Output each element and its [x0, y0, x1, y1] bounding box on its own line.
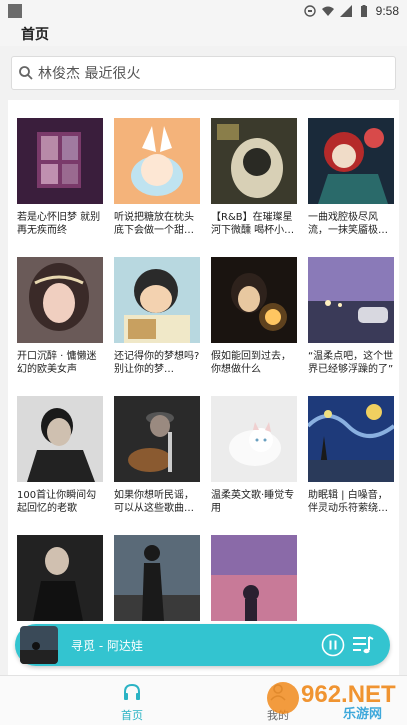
playlist-card[interactable]: 若是心怀旧梦 就别再无疾而终 [17, 118, 103, 237]
playlist-cover [211, 535, 297, 621]
search-input[interactable]: 林俊杰 最近很火 [11, 56, 396, 90]
search-icon [19, 66, 33, 80]
watermark-logo: 962.NET 乐游网 [267, 681, 396, 722]
playlist-card[interactable]: 开口沉醉 · 慵懒迷幻的欧美女声 [17, 257, 103, 376]
status-bar: 9:58 [0, 0, 407, 22]
playlist-card[interactable]: 【R&B】在璀璨星河下微醺 喝杯小… [211, 118, 297, 237]
svg-text:乐游网: 乐游网 [343, 706, 382, 722]
playlist-cover [17, 118, 103, 204]
pause-icon[interactable] [321, 633, 345, 657]
playlist-cover [17, 257, 103, 343]
playlist-title: 假如能回到过去，你想做什么 [211, 351, 291, 375]
playlist-card[interactable]: 100首让你瞬间勾起回忆的老歌 [17, 396, 103, 515]
status-time: 9:58 [375, 4, 399, 18]
playlist-card[interactable]: 助眠辑 | 白噪音，伴灵动乐符萦绕… [308, 396, 394, 515]
playlist-cover [114, 535, 200, 621]
now-playing-title: 寻觅 - 阿达娃 [71, 639, 143, 653]
playlist-cover [308, 118, 394, 204]
playlist-cover [211, 257, 297, 343]
playlist-title: 还记得你的梦想吗? 别让你的梦… [114, 351, 200, 375]
signal-icon [339, 5, 352, 17]
playlist-title: 如果你想听民谣，可以从这些歌曲… [114, 490, 194, 514]
svg-text:962.NET: 962.NET [301, 681, 396, 708]
playlist-queue-icon[interactable] [351, 633, 375, 657]
playlist-title: “温柔点吧，这个世界已经够浮躁的了” [308, 351, 394, 375]
playlist-title: 100首让你瞬间勾起回忆的老歌 [17, 490, 97, 514]
playlist-card[interactable]: 听说把糖放在枕头底下会做一个甜… [114, 118, 200, 237]
playlist-cover [17, 535, 103, 621]
playlist-cover [308, 396, 394, 482]
playlist-cover [114, 257, 200, 343]
playlist-card[interactable]: 还记得你的梦想吗? 别让你的梦… [114, 257, 200, 376]
playlist-card[interactable]: 温柔英文歌·睡觉专用 [211, 396, 297, 515]
playlist-title: 助眠辑 | 白噪音，伴灵动乐符萦绕… [308, 490, 388, 514]
playlist-title: 听说把糖放在枕头底下会做一个甜… [114, 212, 194, 236]
playlist-title: 【R&B】在璀璨星河下微醺 喝杯小… [211, 212, 295, 236]
playlist-card[interactable]: 一曲戏腔极尽风流，一抹笑靥极… [308, 118, 394, 237]
playlist-title: 一曲戏腔极尽风流，一抹笑靥极… [308, 212, 388, 236]
mini-player[interactable]: 寻觅 - 阿达娃 [15, 624, 390, 666]
tab-label: 首页 [121, 709, 143, 722]
playlist-cover [114, 396, 200, 482]
playlist-cover [17, 396, 103, 482]
now-playing-cover [20, 626, 58, 664]
headphones-icon [124, 683, 140, 700]
playlist-cover [211, 396, 297, 482]
playlist-card[interactable]: 如果你想听民谣，可以从这些歌曲… [114, 396, 200, 515]
playlist-title: 温柔英文歌·睡觉专用 [211, 490, 295, 514]
playlist-card[interactable]: “温柔点吧，这个世界已经够浮躁的了” [308, 257, 394, 376]
playlist-title: 若是心怀旧梦 就别再无疾而终 [17, 212, 101, 236]
notification-icon [8, 4, 22, 18]
battery-icon [360, 5, 367, 17]
playlist-card[interactable]: 假如能回到过去，你想做什么 [211, 257, 297, 376]
app-header: 首页 [0, 22, 407, 46]
vibrate-icon [303, 5, 316, 17]
page-title: 首页 [21, 27, 49, 43]
tab-home[interactable]: 首页 [102, 682, 162, 723]
wifi-icon [321, 6, 334, 16]
playlist-title: 开口沉醉 · 慵懒迷幻的欧美女声 [17, 351, 97, 375]
playlist-cover [211, 118, 297, 204]
playlist-cover [308, 257, 394, 343]
playlist-cover [114, 118, 200, 204]
playlist-panel: 若是心怀旧梦 就别再无疾而终 听说把糖放在枕头底下会做一个甜… 【R&B】在璀璨… [8, 100, 399, 675]
search-placeholder: 林俊杰 最近很火 [38, 66, 141, 82]
